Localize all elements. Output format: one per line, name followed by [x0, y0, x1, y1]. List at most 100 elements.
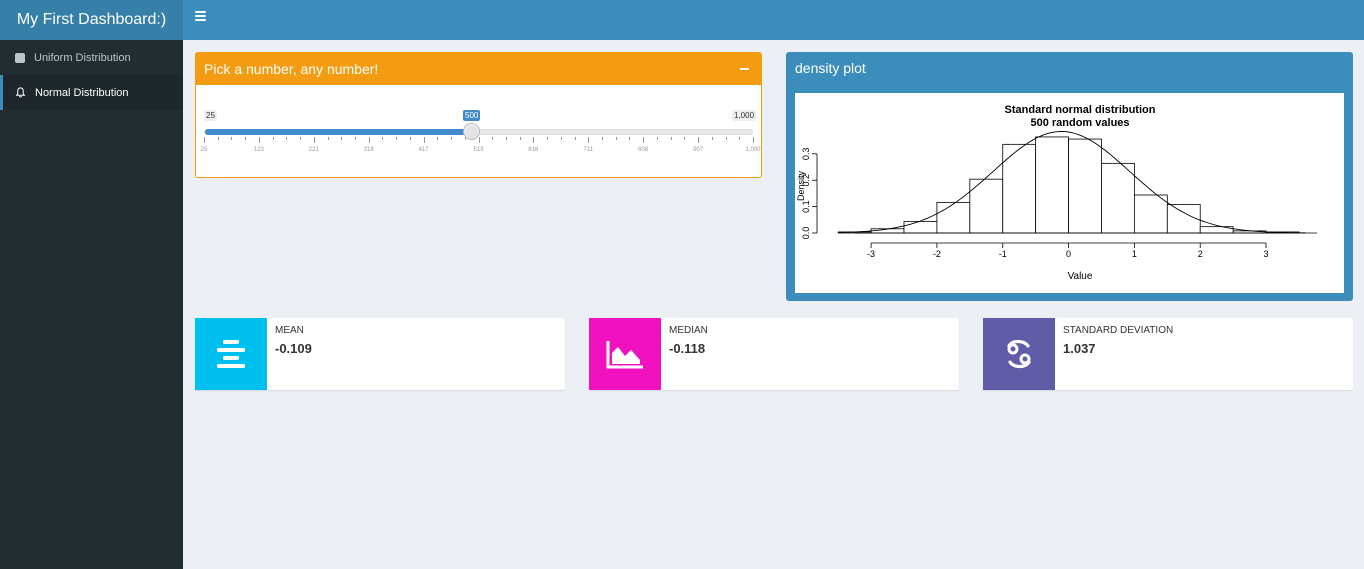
histogram-bar	[1035, 136, 1069, 234]
histogram-bar	[1166, 204, 1201, 234]
x-tick-label: -2	[933, 249, 941, 259]
slider-tick	[231, 137, 233, 140]
stat-box-median: MEDIAN -0.118	[589, 318, 959, 390]
slider-tick	[588, 137, 590, 143]
collapse-minus-icon[interactable]	[740, 68, 749, 70]
slider-tick	[725, 137, 727, 140]
slider-tick	[547, 137, 549, 140]
slider-tick	[684, 137, 686, 140]
slider-ticks	[204, 137, 754, 145]
top-navbar	[183, 0, 1364, 40]
histogram-bar	[936, 201, 971, 234]
slider-tick	[272, 137, 274, 140]
slider-fill	[205, 129, 473, 135]
histogram-bar	[903, 220, 938, 234]
x-tick-label: 1	[1132, 249, 1137, 259]
slider-tick	[753, 137, 754, 143]
histogram-bar	[1133, 194, 1168, 234]
plot-box-title: density plot	[795, 60, 866, 76]
slider-tick	[382, 137, 384, 140]
slider-tick	[602, 137, 604, 140]
slider-tick	[313, 137, 315, 143]
chart-subtitle: 500 random values	[1030, 117, 1129, 129]
slider-box-header: Pick a number, any number!	[196, 53, 761, 85]
slider-tick-label: 616	[528, 147, 539, 153]
chart-title: Standard normal distribution	[1005, 104, 1156, 116]
slider-tick	[258, 137, 260, 143]
cancer-sign-icon	[983, 318, 1055, 390]
stat-value: 1.037	[1063, 341, 1096, 356]
slider-tick	[533, 137, 535, 143]
stat-value: -0.118	[669, 341, 706, 356]
app-title[interactable]: My First Dashboard:)	[0, 0, 183, 40]
slider-tick	[409, 137, 411, 140]
slider-tick-label: 513	[473, 147, 484, 153]
slider-tick	[656, 137, 658, 140]
square-icon	[15, 52, 25, 63]
sidebar-item-label: Normal Distribution	[35, 86, 129, 99]
slider-tick	[245, 137, 247, 140]
slider-min-label: 25	[204, 110, 217, 121]
x-tick-label: -3	[867, 249, 875, 259]
slider-tick	[574, 137, 576, 140]
sidebar: Uniform Distribution Normal Distribution	[0, 40, 183, 569]
x-tick-label: -1	[999, 249, 1007, 259]
histogram-bar	[1002, 143, 1037, 234]
slider-tick	[505, 137, 507, 140]
slider-tick	[615, 137, 617, 140]
plot-area: Standard normal distribution 500 random …	[795, 93, 1344, 293]
density-plot-box: density plot Standard normal distributio…	[786, 52, 1353, 301]
bell-icon	[15, 87, 26, 98]
histogram-bar	[1068, 138, 1102, 234]
stat-label: STANDARD DEVIATION	[1063, 325, 1174, 336]
slider-tick	[478, 137, 480, 143]
slider-tick-label: 907	[693, 147, 704, 153]
area-chart-icon	[589, 318, 661, 390]
y-tick-label: 0.0	[801, 227, 811, 240]
slider-tick-label: 318	[363, 147, 374, 153]
slider-tick	[300, 137, 302, 140]
y-tick-label: 0.2	[801, 174, 811, 187]
slider-tick	[437, 137, 439, 140]
hamburger-menu-icon[interactable]	[195, 11, 206, 25]
slider-tick	[286, 137, 288, 140]
slider-box: Pick a number, any number! 25 500 1,000 …	[195, 52, 762, 178]
slider-tick	[643, 137, 645, 143]
slider-tick	[492, 137, 494, 140]
x-tick-label: 3	[1264, 249, 1269, 259]
slider-tick	[327, 137, 329, 140]
y-tick-label: 0.1	[801, 200, 811, 213]
sidebar-item-normal[interactable]: Normal Distribution	[0, 75, 183, 110]
slider-tick	[519, 137, 521, 140]
slider-tick-label: 25	[200, 147, 208, 153]
slider-tick	[560, 137, 562, 140]
density-histogram: Standard normal distribution 500 random …	[796, 104, 1317, 282]
sidebar-item-uniform[interactable]: Uniform Distribution	[0, 40, 183, 75]
slider-tick	[396, 137, 398, 140]
stat-label: MEDIAN	[669, 325, 708, 336]
slider-handle[interactable]	[462, 123, 480, 140]
stat-value: -0.109	[275, 341, 312, 356]
slider-tick	[629, 137, 631, 140]
align-center-icon	[195, 318, 267, 390]
slider-tick-label: 221	[308, 147, 319, 153]
slider-tick	[739, 137, 741, 140]
slider-tick	[354, 137, 356, 140]
y-tick-label: 0.3	[801, 148, 811, 161]
slider-tick-label: 808	[638, 147, 649, 153]
slider-tick-label: 1,000	[745, 147, 761, 153]
slider-tick	[368, 137, 370, 143]
slider-tick	[217, 137, 219, 140]
x-tick-label: 2	[1198, 249, 1203, 259]
stat-box-mean: MEAN -0.109	[195, 318, 565, 390]
stat-box-standard-deviation: STANDARD DEVIATION 1.037	[983, 318, 1353, 390]
slider-tick	[341, 137, 343, 140]
slider-tick-label: 123	[253, 147, 264, 153]
slider-tick	[670, 137, 672, 140]
chart-xlabel: Value	[1068, 271, 1093, 282]
slider-tick	[451, 137, 453, 140]
slider-max-label: 1,000	[732, 110, 757, 121]
slider-tick	[204, 137, 205, 143]
number-slider[interactable]: 25 500 1,000 25 123 221 318 417 513 616 711 808 9…	[196, 85, 761, 177]
sidebar-item-label: Uniform Distribution	[34, 51, 131, 64]
